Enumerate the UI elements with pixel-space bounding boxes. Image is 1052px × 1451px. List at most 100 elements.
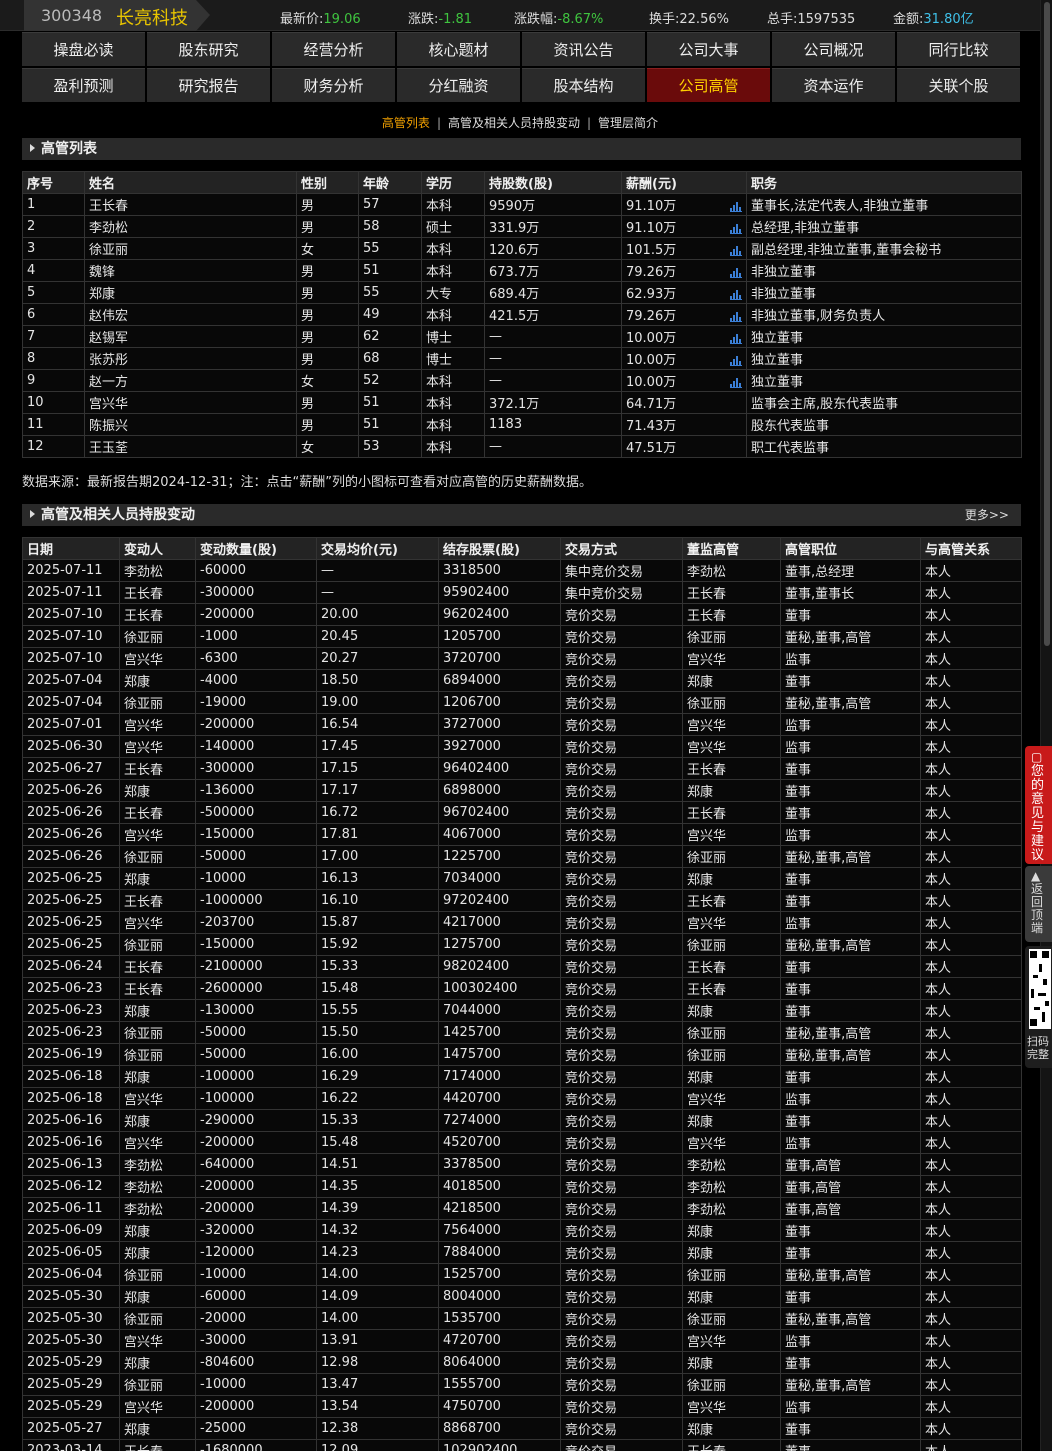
table-cell: —	[484, 435, 622, 458]
table-cell: 董事	[780, 1417, 921, 1440]
nav-tab[interactable]: 核心题材	[397, 32, 520, 66]
table-cell: 李劲松	[119, 1153, 196, 1176]
table-cell: 2025-07-10	[22, 625, 120, 648]
bar-chart-icon[interactable]	[730, 245, 742, 256]
nav-tab[interactable]: 财务分析	[272, 68, 395, 102]
nav-tab[interactable]: 股东研究	[147, 32, 270, 66]
cell-text: 1183	[489, 417, 523, 432]
cell-text: 男	[301, 199, 315, 214]
table-cell: 8004000	[438, 1285, 561, 1308]
subnav-link[interactable]: 管理层简介	[598, 116, 658, 130]
table-cell: -2600000	[195, 977, 317, 1000]
table-cell: 徐亚丽	[682, 1021, 781, 1044]
table-cell: 102902400	[438, 1439, 561, 1451]
nav-tab[interactable]: 经营分析	[272, 32, 395, 66]
table-cell: 6	[22, 303, 85, 326]
table-cell: 徐亚丽	[119, 845, 196, 868]
nav-tab[interactable]: 操盘必读	[22, 32, 145, 66]
table-row: 9 赵一方 女 52 本科 — 10.00万 独立董事	[22, 369, 1022, 392]
nav-tab[interactable]: 资讯公告	[522, 32, 645, 66]
bar-chart-icon[interactable]	[730, 289, 742, 300]
table-cell: 2025-06-23	[22, 977, 120, 1000]
table-cell: 郑康	[119, 669, 196, 692]
table-cell: 12	[22, 435, 85, 458]
nav-tab[interactable]: 盈利预测	[22, 68, 145, 102]
cell-text: 79.26万	[626, 309, 677, 324]
table-cell: 竞价交易	[560, 779, 683, 802]
cell-text: 8	[27, 351, 36, 366]
bar-chart-icon[interactable]	[730, 311, 742, 322]
table-cell: 2023-03-14	[22, 1439, 120, 1451]
table-cell: 7884000	[438, 1241, 561, 1264]
table-cell: 本人	[920, 581, 1022, 604]
cell-text: 120.6万	[489, 243, 540, 258]
table-cell: 董事,总经理	[780, 559, 921, 582]
table-cell: 董秘,董事,高管	[780, 1263, 921, 1286]
column-header: 薪酬(元)	[621, 171, 747, 194]
subnav-link[interactable]: 高管列表	[382, 116, 430, 130]
scrollbar-thumb[interactable]	[1044, 2, 1050, 646]
table-cell: 本科	[421, 369, 485, 392]
table-row: 2025-06-30 宫兴华 -140000 17.45 3927000 竞价交易 宫兴华监…	[22, 735, 1022, 758]
table-cell: 本人	[920, 1087, 1022, 1110]
bar-chart-icon[interactable]	[730, 333, 742, 344]
table-cell: 本人	[920, 955, 1022, 978]
table-cell: 2025-06-16	[22, 1131, 120, 1154]
nav-tab[interactable]: 股本结构	[522, 68, 645, 102]
table-cell: 徐亚丽	[682, 933, 781, 956]
quote-label: 总手:	[767, 12, 798, 27]
table-cell: 董事	[780, 779, 921, 802]
nav-tab[interactable]: 关联个股	[897, 68, 1020, 102]
nav-tab[interactable]: 同行比较	[897, 32, 1020, 66]
table-cell: 本人	[920, 823, 1022, 846]
table-cell: 2025-06-13	[22, 1153, 120, 1176]
cell-text: 李劲松	[89, 221, 129, 236]
table-cell: 79.26万	[621, 259, 747, 282]
table-cell: 本人	[920, 1417, 1022, 1440]
nav-tab[interactable]: 公司高管	[647, 68, 770, 102]
subnav-link[interactable]: 高管及相关人员持股变动	[448, 116, 580, 130]
cell-text: 55	[363, 241, 380, 256]
more-link[interactable]: 更多>>	[965, 504, 1009, 526]
table-cell: 2025-07-04	[22, 691, 120, 714]
table-cell: 55	[358, 281, 422, 304]
bar-chart-icon[interactable]	[730, 355, 742, 366]
bar-chart-icon[interactable]	[730, 223, 742, 234]
back-to-top-button[interactable]: ▲返回顶端	[1025, 866, 1052, 942]
bar-chart-icon[interactable]	[730, 267, 742, 278]
table-cell: 王长春	[682, 801, 781, 824]
table-row: 2025-07-10 宫兴华 -6300 20.27 3720700 竞价交易 宫兴华 监事本…	[22, 647, 1022, 670]
table-cell: 15.33	[316, 1109, 439, 1132]
nav-tab[interactable]: 研究报告	[147, 68, 270, 102]
table-cell: 2025-06-23	[22, 1021, 120, 1044]
quote-item: 涨跌幅:-8.67%	[514, 8, 603, 27]
table-cell: 李劲松	[119, 559, 196, 582]
nav-tab[interactable]: 公司概况	[772, 32, 895, 66]
cell-text: 68	[363, 351, 380, 366]
table-cell: 10.00万	[621, 369, 747, 392]
quote-label: 涨跌:	[408, 12, 439, 27]
bar-chart-icon[interactable]	[730, 201, 742, 212]
table-cell: 1183	[484, 413, 622, 436]
table-cell: 董秘,董事,高管	[780, 1373, 921, 1396]
cell-text: 本科	[426, 199, 453, 214]
table-cell: 4420700	[438, 1087, 561, 1110]
nav-tab[interactable]: 公司大事	[647, 32, 770, 66]
table-cell: 董事	[780, 955, 921, 978]
table-row: 2023-03-14王长春-168000012.09102902400竞价交易王…	[22, 1439, 1022, 1451]
bar-chart-icon[interactable]	[730, 377, 742, 388]
feedback-button[interactable]: ▢您的意见与建议	[1025, 746, 1052, 864]
nav-tab[interactable]: 资本运作	[772, 68, 895, 102]
cell-text: 赵一方	[89, 375, 129, 390]
stock-code: 300348	[41, 6, 103, 25]
table-row: 2 李劲松 男 58 硕士 331.9万 91.10万 总经理,非独立董事	[22, 215, 1022, 238]
table-cell: 副总经理,非独立董事,董事会秘书	[746, 237, 1022, 260]
table-cell: 17.15	[316, 757, 439, 780]
table-cell: 竞价交易	[560, 911, 683, 934]
table-cell: 宫兴华	[119, 1087, 196, 1110]
nav-tab[interactable]: 分红融资	[397, 68, 520, 102]
scrollbar[interactable]	[1040, 0, 1052, 1451]
table-cell: 4018500	[438, 1175, 561, 1198]
qr-code-panel[interactable]: 扫码完整	[1025, 946, 1052, 1068]
subnav-separator: |	[436, 116, 441, 130]
